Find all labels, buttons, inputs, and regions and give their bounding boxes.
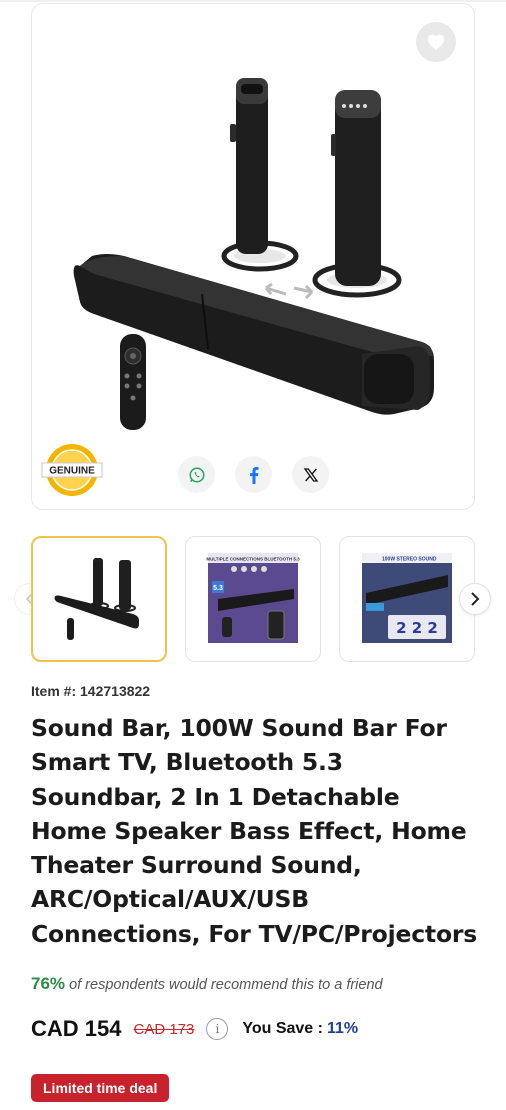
original-price: CAD 173 (133, 1020, 195, 1038)
current-price: CAD 154 (31, 1016, 122, 1041)
chevron-right-icon (471, 592, 480, 606)
thumbnail-carousel: MULTIPLE CONNECTIONS BLUETOOTH 5.3 5.3 1… (0, 536, 506, 662)
recommendation-text: 76% of respondents would recommend this … (31, 974, 383, 994)
item-number: Item #: 142713822 (31, 683, 151, 699)
product-image-card[interactable]: GENUINE (31, 3, 475, 510)
genuine-badge-icon: GENUINE (41, 444, 103, 496)
svg-text:100W STEREO SOUND: 100W STEREO SOUND (382, 557, 437, 563)
you-save-label: You Save : (242, 1020, 323, 1037)
thumbnail-3-image: 100W STEREO SOUND 2 2 2 (362, 553, 452, 643)
top-divider (0, 0, 506, 2)
share-whatsapp-button[interactable] (178, 456, 215, 493)
x-twitter-icon (303, 467, 318, 482)
heart-icon (427, 34, 445, 51)
thumbnail-1[interactable] (31, 536, 167, 662)
you-save-value: 11% (326, 1020, 359, 1037)
thumbnail-1-image (54, 558, 139, 640)
share-x-button[interactable] (292, 456, 329, 493)
price-info-icon[interactable]: i (206, 1018, 229, 1040)
wishlist-button[interactable] (416, 22, 456, 62)
thumbnail-2-image: MULTIPLE CONNECTIONS BLUETOOTH 5.3 5.3 (206, 553, 300, 643)
share-facebook-button[interactable] (235, 456, 272, 493)
product-main-image[interactable] (32, 4, 475, 444)
share-buttons (178, 456, 329, 493)
svg-text:5.3: 5.3 (213, 585, 223, 592)
thumbnail-2[interactable]: MULTIPLE CONNECTIONS BLUETOOTH 5.3 5.3 (185, 536, 321, 662)
recommend-label: of respondents would recommend this to a… (69, 977, 383, 993)
svg-text:MULTIPLE CONNECTIONS BLUETOOTH: MULTIPLE CONNECTIONS BLUETOOTH 5.3 (206, 557, 300, 562)
svg-text:GENUINE: GENUINE (49, 466, 95, 477)
recommend-percentage: 76% (31, 974, 66, 993)
facebook-icon (249, 466, 258, 484)
thumbnail-next-button[interactable] (459, 583, 491, 615)
whatsapp-icon (189, 467, 204, 482)
price-row: CAD 154 CAD 173 i You Save : 11% (31, 1016, 358, 1042)
product-title: Sound Bar, 100W Sound Bar For Smart TV, … (31, 714, 478, 948)
svg-text:2 2 2: 2 2 2 (396, 619, 438, 637)
limited-time-deal-badge: Limited time deal (31, 1074, 170, 1102)
thumbnail-3[interactable]: 100W STEREO SOUND 2 2 2 (339, 536, 475, 662)
